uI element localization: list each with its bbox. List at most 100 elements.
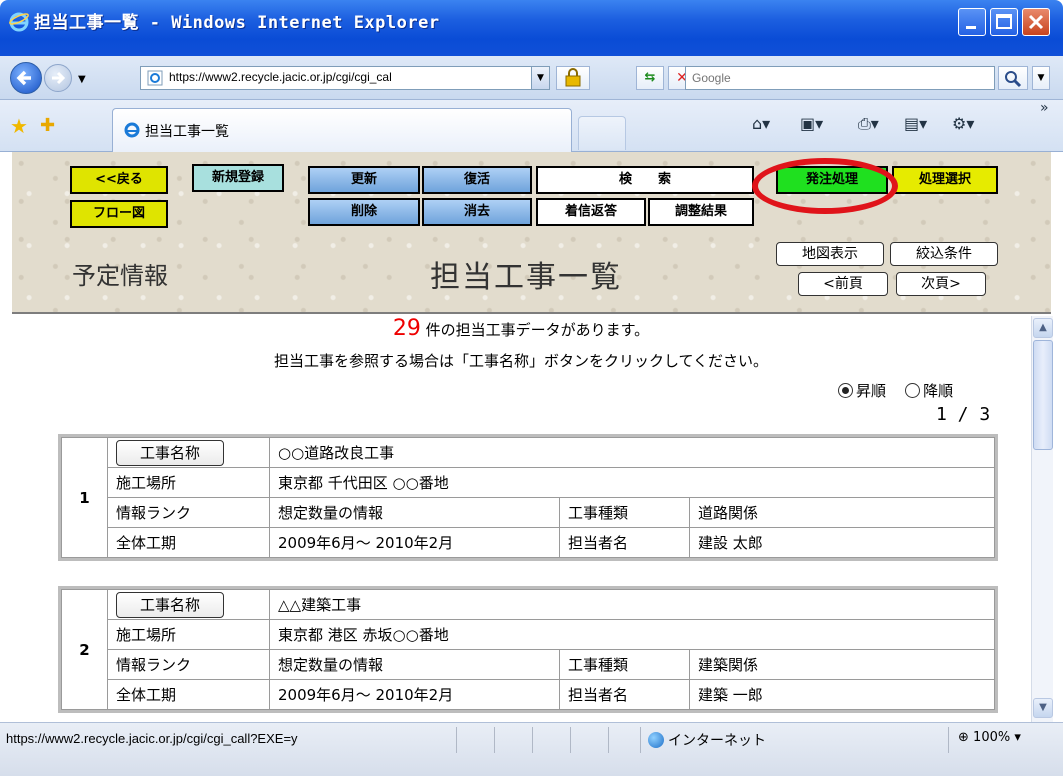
status-divider — [640, 727, 641, 753]
search-button[interactable] — [998, 66, 1028, 90]
sort-asc-radio[interactable]: 昇順 — [838, 382, 886, 400]
rank-label: 情報ランク — [107, 497, 270, 528]
scroll-up-icon[interactable]: ▲ — [1033, 318, 1053, 338]
status-divider — [456, 727, 457, 753]
page-title: 担当工事一覧 — [430, 260, 622, 295]
flow-chart-button[interactable]: フロー図 — [70, 200, 168, 228]
prev-page-button[interactable]: <前頁 — [798, 272, 888, 296]
page-ie-icon — [147, 70, 163, 86]
maximize-button[interactable] — [990, 8, 1018, 36]
home-icon[interactable]: ⌂▾ — [752, 114, 770, 136]
print-icon[interactable]: ⎙▾ — [858, 114, 879, 136]
erase-button[interactable]: 消去 — [422, 198, 532, 226]
status-bar: https://www2.recycle.jacic.or.jp/cgi/cgi… — [0, 722, 1063, 776]
next-page-button[interactable]: 次頁> — [896, 272, 986, 296]
incoming-reply-button[interactable]: 着信返答 — [536, 198, 646, 226]
forward-arrow-icon — [52, 71, 66, 85]
url-dropdown-icon[interactable]: ▼ — [531, 67, 549, 89]
rank-label: 情報ランク — [107, 649, 270, 680]
search-options-dropdown-icon[interactable]: ▼ — [1032, 66, 1050, 90]
url-field[interactable]: https://www2.recycle.jacic.or.jp/cgi/cgi… — [140, 66, 550, 90]
history-dropdown-icon[interactable]: ▼ — [78, 74, 86, 85]
zoom-control[interactable]: ⊕ 100% ▾ — [958, 730, 1021, 745]
order-process-button[interactable]: 発注処理 — [776, 166, 888, 194]
tab-toolbar: ★ ✚ 担当工事一覧 ⌂▾ ▣▾ ⎙▾ ▤▾ ⚙▾ » — [0, 100, 1063, 152]
url-text: https://www2.recycle.jacic.or.jp/cgi/cgi… — [169, 70, 392, 84]
sort-desc-radio[interactable]: 降順 — [905, 382, 953, 400]
delete-button[interactable]: 削除 — [308, 198, 420, 226]
security-zone[interactable]: インターネット — [648, 730, 766, 750]
filter-conditions-button[interactable]: 絞込条件 — [890, 242, 998, 266]
tools-gear-icon[interactable]: ⚙▾ — [952, 114, 974, 136]
record-table: 1 工事名称 ○○道路改良工事 施工場所 東京都 千代田区 ○○番地 情報ランク… — [61, 437, 995, 558]
type-label: 工事種類 — [559, 649, 690, 680]
record-name-button[interactable]: 工事名称 — [116, 591, 224, 618]
person-label: 担当者名 — [559, 679, 690, 710]
instruction-text: 担当工事を参照する場合は「工事名称」ボタンをクリックしてください。 — [273, 352, 769, 370]
minimize-button[interactable] — [958, 8, 986, 36]
forward-button[interactable] — [44, 64, 72, 92]
security-lock-button[interactable] — [556, 66, 590, 90]
zone-label: インターネット — [668, 733, 766, 749]
record-count: 29 — [392, 316, 421, 341]
record-type: 道路関係 — [689, 497, 995, 528]
status-divider — [570, 727, 571, 753]
person-label: 担当者名 — [559, 527, 690, 558]
location-label: 施工場所 — [107, 619, 270, 650]
record-location: 東京都 港区 赤坂○○番地 — [269, 619, 995, 650]
zoom-icon: ⊕ — [958, 730, 969, 745]
zoom-level: 100% — [973, 730, 1011, 745]
window-title: 担当工事一覧 - Windows Internet Explorer — [34, 13, 440, 33]
search-icon — [1005, 71, 1022, 88]
adjust-result-button[interactable]: 調整結果 — [648, 198, 754, 226]
radio-checked-icon — [838, 383, 853, 398]
record-count-suffix: 件の担当工事データがあります。 — [425, 321, 650, 339]
record-period: 2009年6月～ 2010年2月 — [269, 679, 560, 710]
favorites-star-icon[interactable]: ★ — [10, 116, 28, 136]
tab-label: 担当工事一覧 — [145, 124, 229, 140]
new-register-button[interactable]: 新規登録 — [192, 164, 284, 192]
tab-current[interactable]: 担当工事一覧 — [112, 108, 572, 152]
tab-ie-icon — [124, 122, 140, 138]
page-indicator: 1 / 3 — [936, 404, 991, 425]
section-label: 予定情報 — [72, 262, 168, 290]
sort-asc-label: 昇順 — [856, 382, 887, 400]
back-page-button[interactable]: <<戻る — [70, 166, 168, 194]
add-favorites-icon[interactable]: ✚ — [40, 116, 55, 136]
record-number: 1 — [61, 437, 108, 558]
record-person: 建築 一郎 — [689, 679, 995, 710]
record-name-button[interactable]: 工事名称 — [116, 439, 224, 466]
restore-button[interactable]: 復活 — [422, 166, 532, 194]
back-arrow-icon — [16, 70, 31, 86]
sort-options: 昇順 降順 — [838, 380, 953, 401]
status-divider — [494, 727, 495, 753]
record-person: 建設 太郎 — [689, 527, 995, 558]
close-button[interactable] — [1022, 8, 1050, 36]
period-label: 全体工期 — [107, 527, 270, 558]
search-input[interactable] — [686, 67, 994, 89]
record-name: ○○道路改良工事 — [269, 437, 995, 468]
record-rank: 想定数量の情報 — [269, 497, 560, 528]
chevron-more-icon[interactable]: » — [1040, 100, 1049, 122]
refresh-button[interactable]: ⇆ — [636, 66, 664, 90]
record-name: △△建築工事 — [269, 589, 995, 620]
type-label: 工事種類 — [559, 497, 690, 528]
refresh-icon: ⇆ — [644, 70, 656, 85]
new-tab-button[interactable] — [578, 116, 626, 150]
globe-icon — [648, 732, 664, 748]
search-field[interactable] — [685, 66, 995, 90]
window-title-bar: 担当工事一覧 - Windows Internet Explorer — [0, 0, 1063, 56]
record-count-line: 29 件の担当工事データがあります。 — [12, 316, 1030, 341]
process-select-button[interactable]: 処理選択 — [892, 166, 998, 194]
back-button[interactable] — [10, 62, 42, 94]
status-divider — [608, 727, 609, 753]
update-button[interactable]: 更新 — [308, 166, 420, 194]
feeds-icon[interactable]: ▣▾ — [800, 114, 823, 136]
scroll-thumb[interactable] — [1033, 340, 1053, 450]
vertical-scrollbar[interactable]: ▲ ▼ — [1031, 316, 1053, 722]
scroll-down-icon[interactable]: ▼ — [1033, 698, 1053, 718]
search-button-page[interactable]: 検 索 — [536, 166, 754, 194]
page-menu-icon[interactable]: ▤▾ — [904, 114, 927, 136]
map-display-button[interactable]: 地図表示 — [776, 242, 884, 266]
record-table: 2 工事名称 △△建築工事 施工場所 東京都 港区 赤坂○○番地 情報ランク 想… — [61, 589, 995, 710]
